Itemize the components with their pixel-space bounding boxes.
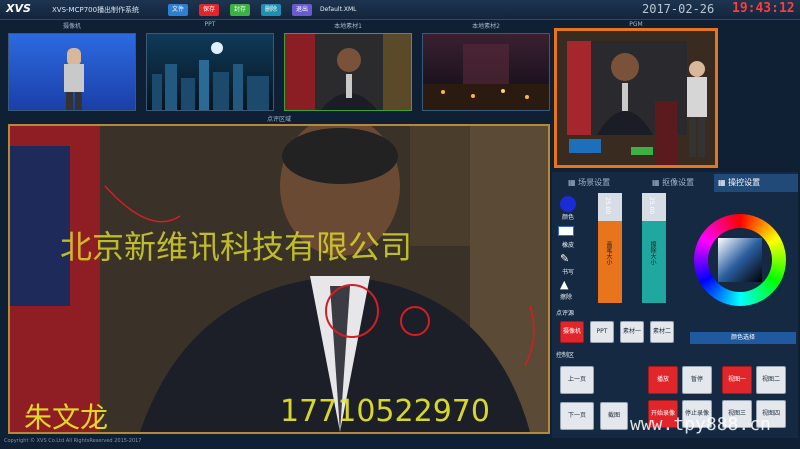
play-button[interactable]: 播放 xyxy=(648,366,678,394)
source-label-media2: 本地素材2 xyxy=(472,23,500,30)
comment-source-title: 点评源 xyxy=(556,310,575,317)
pgm-scene xyxy=(557,31,715,165)
pen-size-slider[interactable]: 25.00 画笔大小 xyxy=(598,193,622,303)
color-square[interactable] xyxy=(718,238,762,282)
eraser-size-label: 擦除大小 xyxy=(649,241,656,265)
source-label-ppt: PPT xyxy=(204,21,216,28)
capture-button[interactable]: 截图 xyxy=(600,402,628,430)
clock-time: 19:43:12 xyxy=(732,1,795,16)
exit-button[interactable]: 退出 xyxy=(292,4,312,16)
seal-button[interactable]: 封存 xyxy=(230,4,250,16)
source-label-media1: 本地素材1 xyxy=(334,23,362,30)
source-label-camera: 摄像机 xyxy=(62,23,81,30)
eraser-label: 橡皮 xyxy=(562,242,575,249)
source-media2[interactable] xyxy=(422,33,550,111)
comment-camera-button[interactable]: 摄像机 xyxy=(560,321,584,343)
preview-label: 点评区域 xyxy=(266,116,291,123)
delete-button[interactable]: 删除 xyxy=(261,4,281,16)
view-two-button[interactable]: 视图二 xyxy=(756,366,786,394)
tab-label: 操控设置 xyxy=(728,178,761,187)
clear-label: 擦除 xyxy=(560,294,573,301)
color-wheel[interactable] xyxy=(694,214,786,306)
color-select-label: 颜色选择 xyxy=(690,332,796,344)
overlay-company-name: 北京新维讯科技有限公司 xyxy=(60,228,413,266)
next-page-button[interactable]: 下一页 xyxy=(560,402,594,430)
tab-control-settings[interactable]: ▦ 操控设置 xyxy=(714,174,798,192)
control-panel xyxy=(552,172,798,438)
overlay-phone: 17710522970 xyxy=(280,394,490,429)
eraser-icon[interactable] xyxy=(558,226,574,236)
copyright-footer: Copyright © XVS Co.Ltd All RightsReserve… xyxy=(4,438,142,444)
clear-icon[interactable]: ▲ xyxy=(560,278,568,291)
comment-media2-button[interactable]: 素材二 xyxy=(650,321,674,343)
comment-preview-area[interactable]: 北京新维讯科技有限公司 朱文龙 17710522970 xyxy=(8,124,550,434)
pen-size-label: 画笔大小 xyxy=(605,241,612,265)
comment-media1-button[interactable]: 素材一 xyxy=(620,321,644,343)
view-one-button[interactable]: 视图一 xyxy=(722,366,752,394)
city-skyline xyxy=(152,42,269,110)
overlay-person-name: 朱文龙 xyxy=(24,401,109,434)
comment-ppt-button[interactable]: PPT xyxy=(590,321,614,343)
save-button[interactable]: 保存 xyxy=(199,4,219,16)
pause-button[interactable]: 暂停 xyxy=(682,366,712,394)
eraser-size-slider[interactable]: 25.00 擦除大小 xyxy=(642,193,666,303)
prev-page-button[interactable]: 上一页 xyxy=(560,366,594,394)
app-title: XVS-MCP700播出制作系统 xyxy=(52,6,140,14)
pen-size-value: 25.00 xyxy=(604,197,611,215)
file-button[interactable]: 文件 xyxy=(168,4,188,16)
pen-label: 书写 xyxy=(562,269,575,276)
tab-label: 抠像设置 xyxy=(662,178,695,187)
night-city-thumbnail xyxy=(423,44,549,110)
person-figure xyxy=(64,48,84,110)
clock-date: 2017-02-26 xyxy=(642,2,715,16)
tab-scene-settings[interactable]: ▦ 场景设置 xyxy=(568,174,610,192)
source-media1[interactable] xyxy=(284,33,412,111)
xvs-logo: XVS xyxy=(6,2,31,15)
control-area-title: 控制区 xyxy=(556,352,575,359)
speaker-image xyxy=(10,126,548,432)
source-ppt[interactable] xyxy=(146,33,274,111)
pgm-output xyxy=(554,28,718,168)
site-watermark: www.tpy888.cn xyxy=(630,414,771,435)
color-tool-label: 颜色 xyxy=(562,214,575,221)
color-tool-icon[interactable] xyxy=(560,196,576,212)
pen-icon[interactable]: ✎ xyxy=(560,252,569,265)
xml-file-name: Default.XML xyxy=(320,6,357,13)
source-camera[interactable] xyxy=(8,33,136,111)
tab-keying-settings[interactable]: ▦ 抠像设置 xyxy=(652,174,694,192)
tab-label: 场景设置 xyxy=(578,178,611,187)
speaker-thumbnail xyxy=(285,34,411,110)
eraser-size-value: 25.00 xyxy=(648,197,655,215)
